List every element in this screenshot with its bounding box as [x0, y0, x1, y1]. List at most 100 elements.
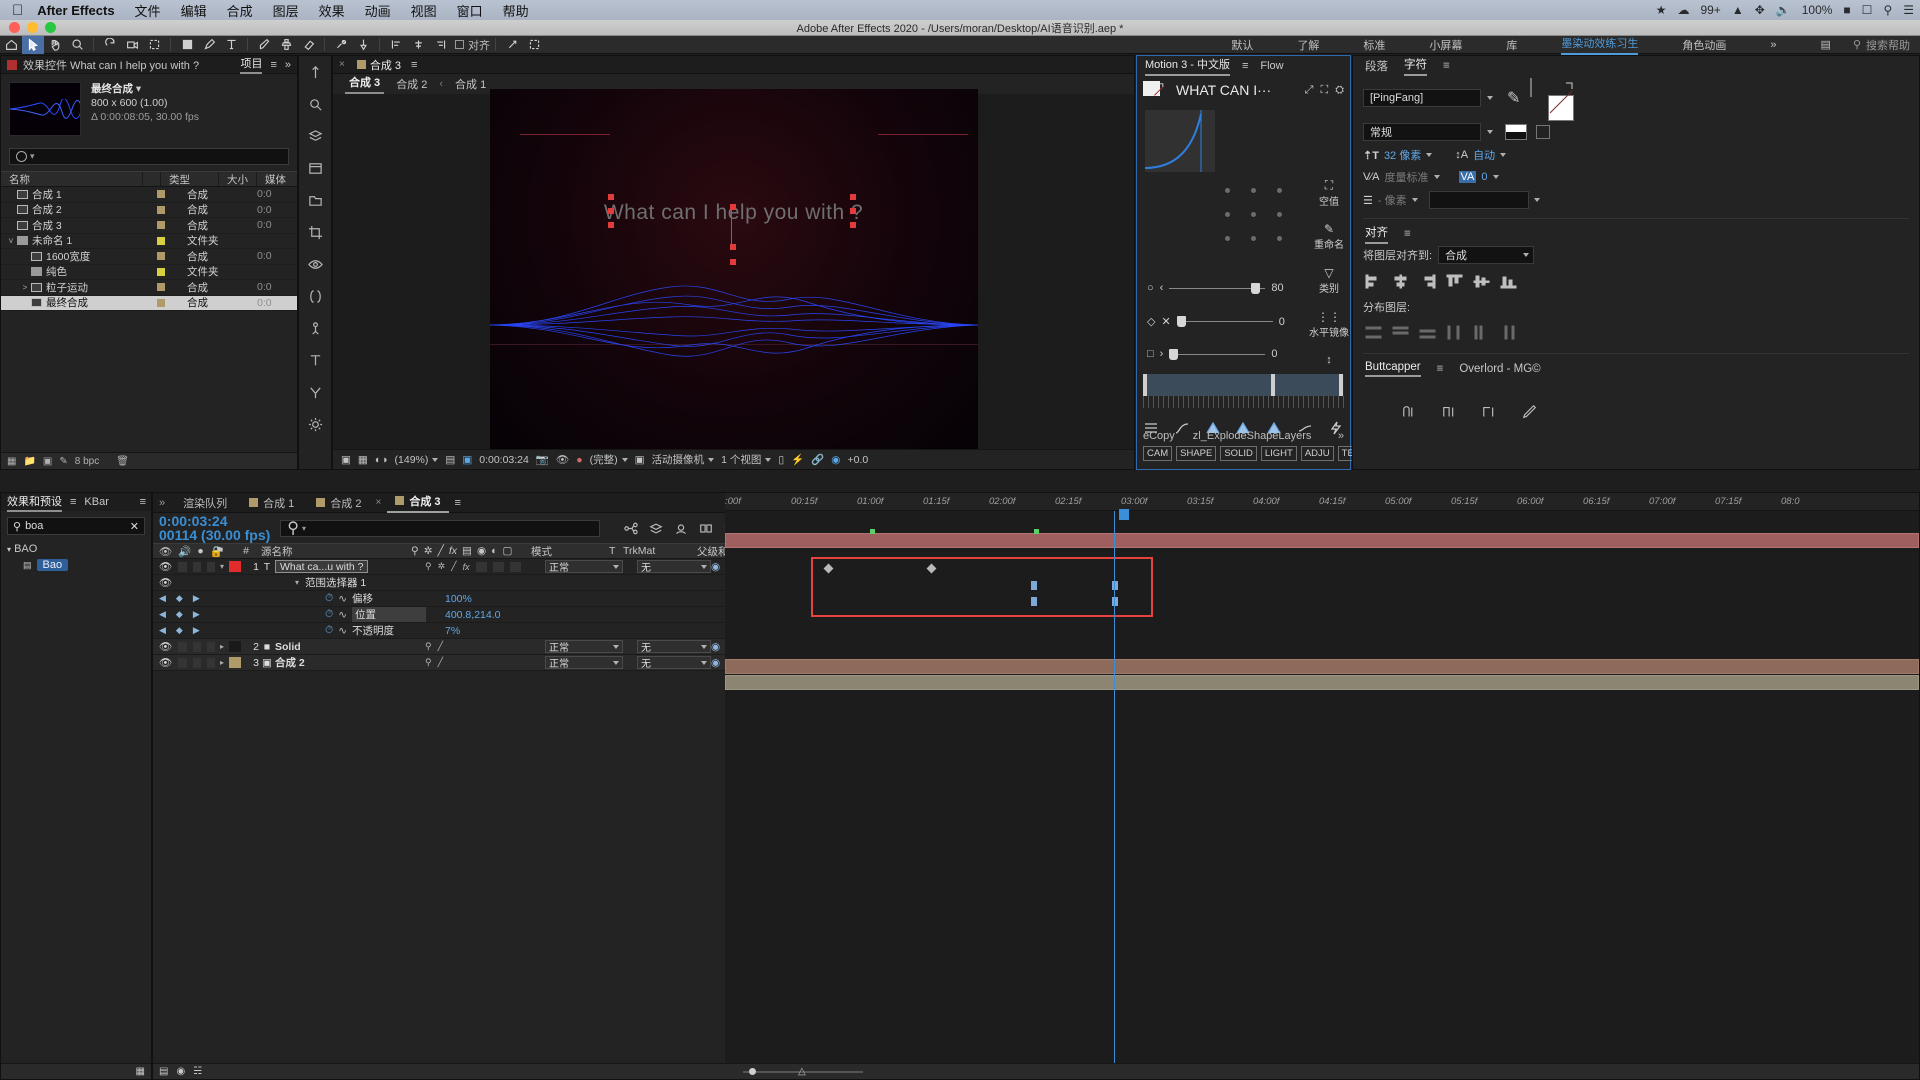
chip-light[interactable]: LIGHT [1260, 446, 1297, 461]
expand-caret-icon[interactable]: ▸ [215, 658, 229, 667]
grid-guides-icon[interactable]: ▤ [445, 454, 455, 466]
timeline-ruler[interactable]: :00f 00:15f 01:00f 01:15f 02:00f 02:15f 03:00f… [725, 493, 1919, 511]
align-panel-menu-icon[interactable]: ≡ [1404, 228, 1411, 240]
close-icon[interactable]: ✕ [1161, 315, 1170, 328]
breadcrumb-comp3[interactable]: 合成 3 [345, 74, 385, 94]
next-keyframe-icon[interactable]: ▶ [193, 625, 200, 636]
chip-cam[interactable]: CAM [1143, 446, 1173, 461]
trkmat-column-header[interactable]: TrkMat [623, 545, 697, 557]
text-panel-icon[interactable] [299, 344, 331, 376]
layer-trkmat[interactable]: 无 [637, 640, 711, 654]
layer-bar-text[interactable] [725, 533, 1919, 548]
graph-icon[interactable]: ∿ [338, 593, 347, 605]
motion-tool-align-vertical[interactable]: ↕ [1313, 354, 1345, 366]
exposure-value[interactable]: +0.0 [847, 454, 868, 466]
project-row-name[interactable]: 1600宽度 [31, 249, 157, 264]
frame-blending-icon[interactable] [699, 522, 713, 535]
distribute-left-icon[interactable] [1446, 325, 1463, 340]
keyframe-toggle-icon[interactable]: ◆ [176, 593, 183, 604]
tracking-value[interactable]: 0 [1481, 171, 1487, 183]
draft-3d-icon[interactable] [649, 522, 663, 535]
resolution-dropdown[interactable]: (完整) [590, 452, 628, 467]
layer-name[interactable]: Solid [275, 641, 425, 653]
label-color-chip[interactable] [157, 205, 165, 214]
hide-shy-layers-icon[interactable] [674, 522, 688, 535]
eye-icon[interactable]: 👁 [159, 576, 172, 589]
align-horizontal-center-icon[interactable] [1392, 274, 1409, 289]
pickwhip-icon[interactable]: ◉ [711, 561, 720, 573]
distribute-vertical-center-icon[interactable] [1392, 325, 1409, 340]
chevron-down-icon[interactable] [1533, 198, 1540, 202]
branch-icon[interactable] [299, 376, 331, 408]
volume-icon[interactable]: 🔊 [1776, 3, 1791, 17]
motion-timeline-rail[interactable] [1143, 374, 1344, 396]
layer-mode[interactable]: 正常 [545, 640, 623, 654]
tab-align[interactable]: 对齐 [1365, 224, 1388, 244]
layer-name-value[interactable]: Solid [275, 641, 301, 653]
trkmat-dropdown[interactable]: 无 [637, 640, 711, 654]
prev-keyframe-icon[interactable]: ◀ [159, 625, 166, 636]
brackets-icon[interactable] [299, 280, 331, 312]
cloud-icon[interactable]: ☁ [1677, 3, 1689, 17]
shy-icon[interactable]: ⚲ [425, 657, 432, 668]
menu-item-animation[interactable]: 动画 [365, 1, 391, 20]
slider-knob[interactable] [1176, 316, 1186, 327]
effects-item-bao[interactable]: ▤ Bao [7, 557, 151, 573]
audio-toggle[interactable] [178, 657, 187, 668]
kbar-menu-icon[interactable]: ≡ [140, 496, 151, 508]
trkmat-dropdown[interactable]: 无 [637, 656, 711, 670]
chevron-down-icon[interactable] [1487, 130, 1493, 134]
project-row-name[interactable]: 纯色 [31, 264, 157, 279]
font-family-field[interactable]: [PingFang] [1363, 89, 1481, 107]
home-icon[interactable] [0, 36, 22, 54]
chevron-down-icon[interactable] [1411, 198, 1418, 202]
fast-previews-icon[interactable]: ⚡ [791, 453, 804, 466]
toggle-transparency-icon[interactable]: ▦ [358, 454, 368, 466]
cap-square-icon[interactable] [1481, 404, 1499, 420]
slider-knob[interactable] [1169, 348, 1179, 360]
label-color-chip[interactable] [157, 221, 165, 230]
transform-handles-icon[interactable] [501, 36, 523, 54]
solo-toggle[interactable] [192, 561, 201, 572]
shy-icon[interactable]: ⚲ [425, 561, 432, 572]
timeline-timecode-group[interactable]: 0:00:03:24 00114 (30.00 fps) [159, 514, 270, 542]
mode-dropdown[interactable]: 正常 [545, 656, 623, 670]
motion-panel-menu-icon[interactable]: ≡ [1242, 60, 1248, 72]
timeline-search-input[interactable]: ⚲ ▾ [280, 519, 601, 537]
source-name-column-header[interactable]: 源名称 [261, 544, 411, 559]
slider-track[interactable] [1169, 348, 1266, 360]
zoom-out-icon[interactable]: ☵ [193, 1066, 202, 1077]
solo-toggle[interactable] [192, 657, 201, 668]
layer-name-value[interactable]: What ca...u with ? [275, 560, 369, 573]
delete-icon[interactable]: 🗑 [116, 456, 129, 467]
spotlight-icon[interactable]: ⚲ [1883, 3, 1892, 17]
menu-item-effect[interactable]: 效果 [319, 1, 345, 20]
workspace-default[interactable]: 默认 [1231, 37, 1253, 53]
workspace-overflow-icon[interactable]: » [1770, 39, 1776, 51]
distribute-top-icon[interactable] [1365, 325, 1382, 340]
layer-switches[interactable]: ⚲ ╱ [425, 641, 545, 652]
solo-toggle[interactable] [192, 641, 201, 652]
toggle-switches-modes-icon[interactable]: ▤ [159, 1066, 168, 1077]
zoom-tool-icon[interactable] [66, 36, 88, 54]
text-selection-right[interactable] [849, 193, 858, 239]
eye-icon[interactable] [299, 248, 331, 280]
roto-brush-icon[interactable] [330, 36, 352, 54]
lock-toggle[interactable] [206, 657, 215, 668]
shy-icon[interactable]: ⚲ [425, 641, 432, 652]
motion-preset-dot-grid[interactable] [1225, 184, 1305, 246]
layer-trkmat[interactable]: 无 [637, 656, 711, 670]
battery-icon[interactable]: ■ [1843, 3, 1850, 17]
puppet-pin-icon[interactable] [352, 36, 374, 54]
tab-comp3[interactable]: 合成 3 [387, 493, 449, 513]
quality-icon[interactable]: ╱ [438, 657, 443, 668]
3d-glasses-icon[interactable]: ◐◑ [375, 454, 388, 466]
align-left-icon[interactable] [1365, 274, 1382, 289]
eye-icon[interactable]: 👁 [159, 560, 172, 573]
hand-tool-icon[interactable] [44, 36, 66, 54]
new-comp-icon[interactable]: ▣ [43, 456, 52, 467]
tab-render-queue[interactable]: 渲染队列 [175, 495, 235, 511]
chip-adju[interactable]: ADJU [1300, 446, 1334, 461]
project-row-name[interactable]: 未命名 1 [17, 233, 157, 248]
chevron-down-icon[interactable] [1426, 153, 1433, 157]
